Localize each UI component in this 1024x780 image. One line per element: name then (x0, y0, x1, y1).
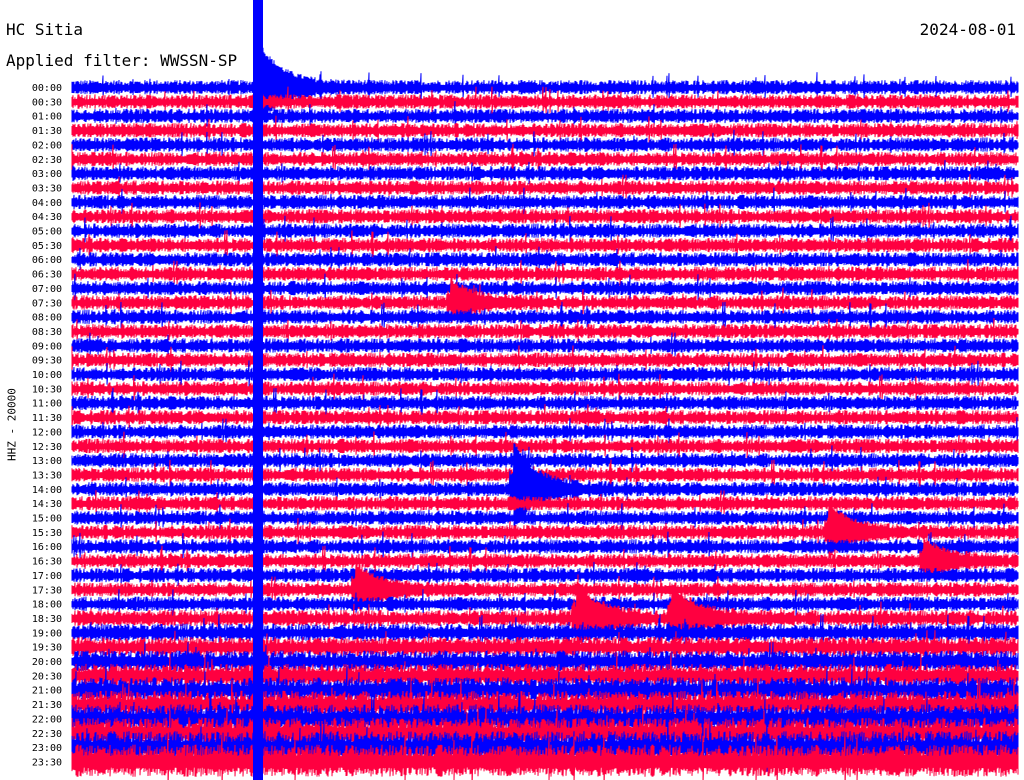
tick-label: 09:30 (32, 356, 62, 367)
tick-label: 11:00 (32, 399, 62, 410)
seismogram-plot: 00:00 00:30 01:00 01:30 02:00 02:30 03:00 03:30… (32, 0, 1019, 780)
tick-label: 15:00 (32, 514, 62, 525)
tick-label: 18:30 (32, 614, 62, 625)
tick-label: 01:00 (32, 112, 62, 123)
tick-label: 08:30 (32, 327, 62, 338)
trace-group (71, 0, 1019, 780)
tick-label: 14:00 (32, 485, 62, 496)
tick-label: 04:00 (32, 198, 62, 209)
tick-label: 00:00 (32, 83, 62, 94)
trace-line (71, 317, 1019, 344)
tick-label: 02:00 (32, 140, 62, 151)
tick-label: 06:00 (32, 255, 62, 266)
tick-label-group: 00:00 00:30 01:00 01:30 02:00 02:30 03:00 03:30… (32, 83, 62, 768)
tick-label: 16:00 (32, 542, 62, 553)
tick-label: 22:00 (32, 714, 62, 725)
tick-label: 17:30 (32, 585, 62, 596)
tick-label: 20:30 (32, 671, 62, 682)
tick-label: 01:30 (32, 126, 62, 137)
trace-line (71, 47, 1019, 121)
tick-label: 07:00 (32, 284, 62, 295)
tick-label: 20:00 (32, 657, 62, 668)
tick-label: 06:30 (32, 270, 62, 281)
artifact-band (253, 0, 263, 780)
tick-label: 19:30 (32, 643, 62, 654)
tick-label: 09:00 (32, 341, 62, 352)
tick-label: 22:30 (32, 729, 62, 740)
tick-label: 12:30 (32, 442, 62, 453)
tick-label: 04:30 (32, 212, 62, 223)
tick-label: 02:30 (32, 155, 62, 166)
tick-label: 16:30 (32, 557, 62, 568)
tick-label: 10:00 (32, 370, 62, 381)
tick-label: 23:00 (32, 743, 62, 754)
tick-label: 12:00 (32, 427, 62, 438)
tick-label: 07:30 (32, 298, 62, 309)
tick-label: 11:30 (32, 413, 62, 424)
tick-label: 13:30 (32, 470, 62, 481)
tick-label: 18:00 (32, 600, 62, 611)
tick-label: 05:30 (32, 241, 62, 252)
tick-label: 15:30 (32, 528, 62, 539)
tick-label: 21:30 (32, 700, 62, 711)
tick-label: 08:00 (32, 313, 62, 324)
tick-label: 13:00 (32, 456, 62, 467)
tick-label: 23:30 (32, 757, 62, 768)
tick-label: 19:00 (32, 628, 62, 639)
tick-label: 00:30 (32, 97, 62, 108)
tick-label: 17:00 (32, 571, 62, 582)
tick-label: 10:30 (32, 384, 62, 395)
tick-label: 14:30 (32, 499, 62, 510)
tick-label: 03:30 (32, 183, 62, 194)
tick-label: 05:00 (32, 227, 62, 238)
tick-label: 21:00 (32, 686, 62, 697)
tick-label: 03:00 (32, 169, 62, 180)
